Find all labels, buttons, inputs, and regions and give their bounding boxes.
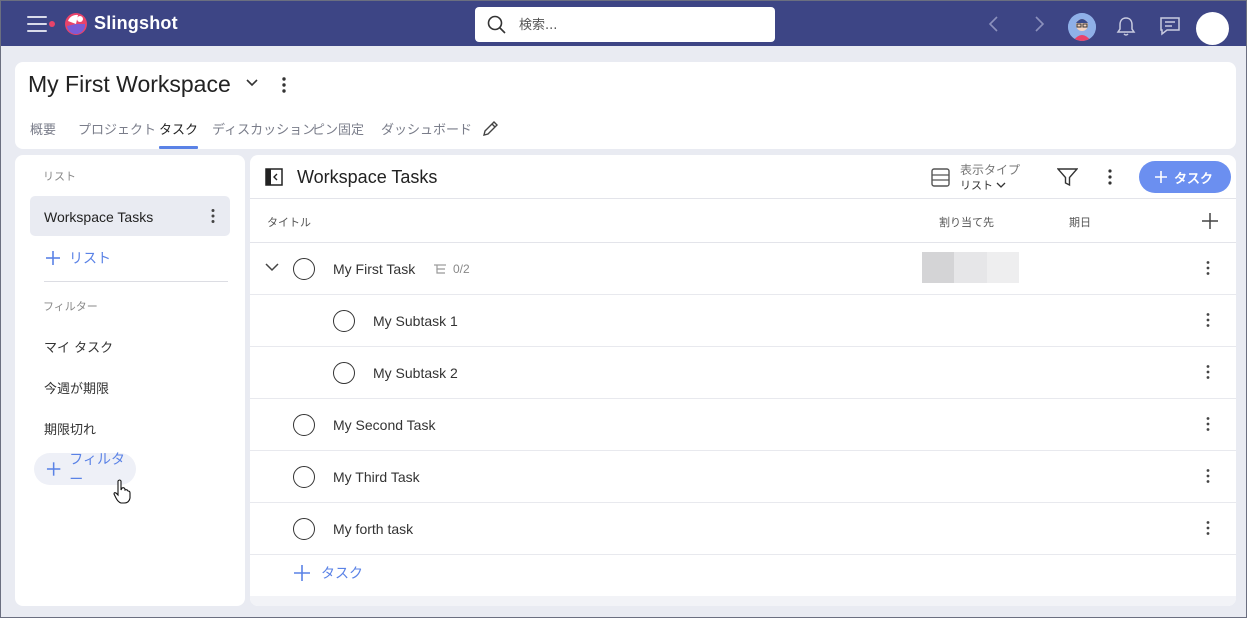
search-input[interactable] [519,15,759,35]
plus-icon [46,251,60,265]
chevron-left-icon[interactable] [986,15,1002,33]
chevron-down-icon[interactable] [246,79,258,87]
more-options-icon[interactable] [1205,260,1211,276]
filter-overdue[interactable]: 期限切れ [44,419,96,438]
plus-icon [46,462,61,476]
column-due-date[interactable]: 期日 [1069,214,1091,230]
bell-icon[interactable] [1115,15,1137,37]
filter-icon[interactable] [1057,168,1078,187]
table-row[interactable]: My Second Task [250,399,1236,451]
assignee-placeholder [922,252,1019,283]
chat-icon[interactable] [1159,16,1181,36]
add-task-button[interactable]: タスク [1139,161,1231,193]
task-name[interactable]: My First Task [333,261,415,277]
profile-avatar[interactable] [1196,12,1229,45]
add-list-button[interactable]: リスト [45,248,111,268]
divider [44,281,228,282]
add-list-label: リスト [69,251,111,267]
task-name[interactable]: My Subtask 2 [373,365,458,381]
task-name[interactable]: My Third Task [333,469,420,485]
tab-tasks[interactable]: タスク [159,119,199,149]
view-type-value: リスト [960,179,993,192]
more-options-icon[interactable] [1205,520,1211,536]
filter-due-this-week[interactable]: 今週が期限 [44,378,109,397]
chevron-down-icon[interactable] [265,263,279,272]
filter-my-tasks[interactable]: マイ タスク [44,337,113,356]
search-icon [487,15,506,34]
more-options-icon[interactable] [1205,416,1211,432]
page-title: Workspace Tasks [297,167,438,187]
brand-name: Slingshot [94,13,178,33]
table-row[interactable]: My Subtask 1 [250,295,1236,347]
task-name[interactable]: My forth task [333,521,413,537]
task-checkbox[interactable] [293,414,315,436]
table-row[interactable]: My Subtask 2 [250,347,1236,399]
view-type-label: 表示タイプ [960,163,1021,177]
search-box[interactable] [475,7,775,42]
panel-header: Workspace Tasks 表示タイプ リスト タスク [250,155,1236,199]
sidebar-item-workspace-tasks[interactable]: Workspace Tasks [30,196,230,236]
chevron-down-icon [996,182,1006,188]
tab-overview[interactable]: 概要 [30,119,56,149]
table-header: タイトル 割り当て先 期日 [250,199,1236,243]
task-name[interactable]: My Subtask 1 [373,313,458,329]
task-checkbox[interactable] [333,310,355,332]
workspace-header: My First Workspace 概要 プロジェクト タスク ディスカッショ… [15,62,1236,149]
table-row[interactable]: My Third Task [250,451,1236,503]
subtask-icon [434,264,446,274]
menu-icon[interactable] [27,16,47,32]
filters-header: フィルター [43,300,98,313]
add-task-row-label: タスク [321,566,363,582]
more-options-icon[interactable] [1205,312,1211,328]
top-bar: Slingshot [1,1,1246,46]
hand-cursor-icon [113,479,131,504]
list-view-icon[interactable] [931,168,950,187]
panel-footer [250,596,1236,606]
task-name[interactable]: My Second Task [333,417,435,433]
more-options-icon[interactable] [1205,364,1211,380]
tab-pinned[interactable]: ピン固定 [312,119,364,149]
task-checkbox[interactable] [333,362,355,384]
more-options-icon[interactable] [1107,168,1113,186]
task-checkbox[interactable] [293,466,315,488]
user-avatar[interactable] [1068,13,1096,41]
view-type-dropdown[interactable]: リスト [960,177,1006,193]
task-checkbox[interactable] [293,518,315,540]
collapse-sidebar-icon[interactable] [265,168,283,186]
table-row[interactable]: My forth task [250,503,1236,555]
more-options-icon[interactable] [210,208,216,224]
add-column-icon[interactable] [1201,212,1219,230]
column-title[interactable]: タイトル [267,214,311,230]
add-task-label: タスク [1174,171,1214,187]
subtask-count: 0/2 [453,262,470,276]
more-options-icon[interactable] [281,76,287,94]
subtask-counter: 0/2 [433,262,470,276]
notification-dot [49,21,55,27]
tab-dashboards[interactable]: ダッシュボード [381,119,472,149]
sidebar: リスト Workspace Tasks リスト フィルター マイ タスク 今週が… [15,155,245,606]
add-task-row-button[interactable]: タスク [293,563,363,583]
workspace-title[interactable]: My First Workspace [28,71,231,98]
sidebar-item-label: Workspace Tasks [44,209,154,225]
lists-header: リスト [43,170,76,183]
more-options-icon[interactable] [1205,468,1211,484]
column-assignee[interactable]: 割り当て先 [939,214,994,230]
plus-icon [1155,171,1167,183]
plus-icon [294,565,310,581]
table-row[interactable]: My First Task 0/2 [250,243,1236,295]
tab-projects[interactable]: プロジェクト [78,119,156,149]
pencil-icon[interactable] [481,119,500,138]
task-list-panel: Workspace Tasks 表示タイプ リスト タスク タイトル 割り当て先… [250,155,1236,606]
tab-discussions[interactable]: ディスカッション [212,119,315,149]
task-checkbox[interactable] [293,258,315,280]
chevron-right-icon[interactable] [1031,15,1047,33]
slingshot-logo-icon [65,13,87,35]
